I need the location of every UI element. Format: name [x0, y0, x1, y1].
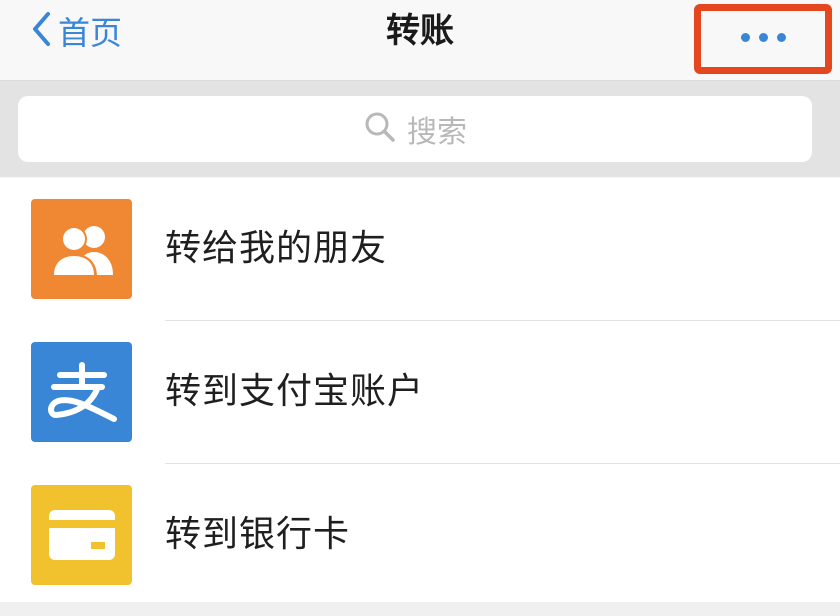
- navigation-bar: 首页 转账: [0, 0, 840, 81]
- bottom-spacer: [0, 602, 840, 616]
- friends-icon: [31, 199, 132, 299]
- list-item-transfer-to-bank-card[interactable]: 转到银行卡: [0, 464, 840, 606]
- more-options-button[interactable]: [694, 4, 832, 74]
- list-item-transfer-to-alipay[interactable]: 转到支付宝账户: [0, 321, 840, 463]
- option-label: 转到银行卡: [165, 514, 351, 555]
- more-dots-icon: [776, 33, 786, 42]
- list-item-transfer-to-friend[interactable]: 转给我的朋友: [0, 178, 840, 320]
- search-placeholder: 搜索: [407, 115, 467, 150]
- more-dots-icon: [740, 33, 750, 42]
- more-dots-icon: [758, 33, 768, 42]
- search-input[interactable]: 搜索: [18, 96, 812, 162]
- option-label: 转给我的朋友: [165, 228, 388, 269]
- search-icon: [363, 110, 397, 148]
- bank-card-icon: [31, 485, 132, 585]
- search-bar-container: 搜索: [0, 81, 840, 177]
- transfer-options-list: 转给我的朋友 转到支付宝账户 转到银行卡: [0, 178, 840, 602]
- alipay-icon: [31, 342, 132, 442]
- option-label: 转到支付宝账户: [165, 371, 425, 412]
